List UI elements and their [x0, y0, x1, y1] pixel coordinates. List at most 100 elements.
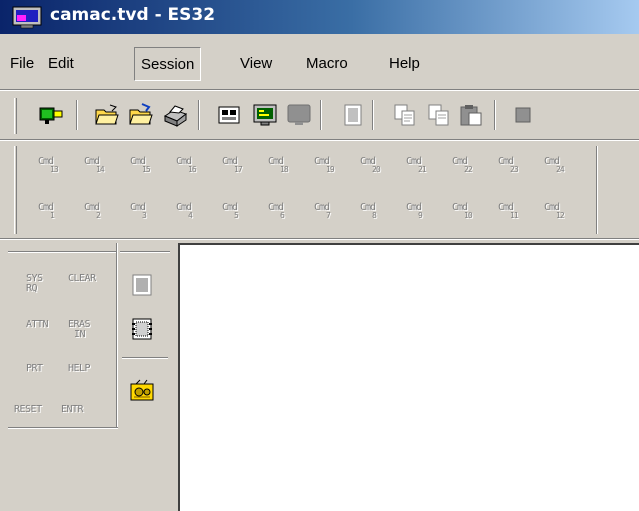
- terminal-client-area[interactable]: [178, 243, 639, 511]
- keypad-top-line: [8, 251, 116, 253]
- title-bar[interactable]: camac.tvd - ES32: [0, 0, 639, 34]
- cmd-key-21[interactable]: Cmd 21: [404, 156, 434, 178]
- cmd-key-16[interactable]: Cmd 16: [174, 156, 204, 178]
- cmd-bar-top-line: [0, 139, 639, 141]
- print-icon[interactable]: [162, 102, 188, 128]
- toolbar-grip[interactable]: [14, 98, 17, 134]
- cmd-key-8[interactable]: Cmd 8: [358, 202, 388, 224]
- toolbar-separator: [372, 100, 374, 130]
- cmd-key-4[interactable]: Cmd 4: [174, 202, 204, 224]
- app-monitor-icon: [12, 6, 42, 29]
- menu-session[interactable]: Session: [134, 47, 202, 81]
- cmd-key-number: 4: [188, 211, 193, 220]
- cmd-bar-bottom-line: [0, 238, 639, 240]
- cmd-key-23[interactable]: Cmd 23: [496, 156, 526, 178]
- screen-icon[interactable]: [252, 102, 278, 128]
- window-title: camac.tvd - ES32: [50, 5, 216, 25]
- cmd-key-14[interactable]: Cmd 14: [82, 156, 112, 178]
- key-reset[interactable]: RESET: [14, 405, 42, 415]
- screen-frame-icon[interactable]: [340, 102, 366, 128]
- cmd-key-3[interactable]: Cmd 3: [128, 202, 158, 224]
- cmd-key-number: 8: [372, 211, 377, 220]
- cmd-key-20[interactable]: Cmd 20: [358, 156, 388, 178]
- menu-bar: File Edit Session View Macro Help: [0, 47, 639, 81]
- cmd-key-number: 24: [556, 165, 565, 174]
- cmd-key-number: 9: [418, 211, 423, 220]
- cmd-key-number: 20: [372, 165, 381, 174]
- cmd-key-12[interactable]: Cmd 12: [542, 202, 572, 224]
- open-folder-alt-icon[interactable]: [128, 102, 154, 128]
- left-panel: SYS RQ CLEAR ATTN ERAS IN PRT HELP RESET…: [6, 243, 176, 511]
- copy-icon[interactable]: [392, 102, 418, 128]
- key-attn[interactable]: ATTN: [26, 320, 49, 330]
- cmd-key-9[interactable]: Cmd 9: [404, 202, 434, 224]
- cmd-key-number: 22: [464, 165, 473, 174]
- cmd-key-2[interactable]: Cmd 2: [82, 202, 112, 224]
- key-prt[interactable]: PRT: [26, 364, 43, 374]
- stop-icon[interactable]: [512, 102, 538, 128]
- sessions-icon[interactable]: [217, 102, 243, 128]
- cmd-key-number: 7: [326, 211, 331, 220]
- toolbar-separator: [76, 100, 78, 130]
- toolbar-separator: [494, 100, 496, 130]
- cmd-key-number: 17: [234, 165, 243, 174]
- menu-view[interactable]: View: [234, 47, 278, 81]
- cmd-key-number: 10: [464, 211, 473, 220]
- key-sys-rq[interactable]: SYS RQ: [26, 274, 43, 294]
- menu-file[interactable]: File: [4, 47, 40, 81]
- cmd-bar-separator: [596, 146, 598, 234]
- menu-macro[interactable]: Macro: [300, 47, 354, 81]
- cmd-key-1[interactable]: Cmd 1: [36, 202, 66, 224]
- key-sys-rq-label-bottom: RQ: [26, 283, 38, 294]
- keypad-bottom-line: [8, 427, 118, 429]
- cmd-key-number: 19: [326, 165, 335, 174]
- key-eras-in[interactable]: ERAS IN: [68, 320, 91, 340]
- cmd-key-5[interactable]: Cmd 5: [220, 202, 250, 224]
- cmd-key-17[interactable]: Cmd 17: [220, 156, 250, 178]
- key-clear[interactable]: CLEAR: [68, 274, 96, 284]
- cmd-key-number: 23: [510, 165, 519, 174]
- cmd-key-number: 11: [510, 211, 519, 220]
- cmd-key-7[interactable]: Cmd 7: [312, 202, 342, 224]
- monitor-off-icon[interactable]: [286, 102, 312, 128]
- copy-disabled-icon[interactable]: [426, 102, 452, 128]
- open-folder-icon[interactable]: [94, 102, 120, 128]
- toolbar-separator: [198, 100, 200, 130]
- menu-help[interactable]: Help: [383, 47, 426, 81]
- cmd-key-19[interactable]: Cmd 19: [312, 156, 342, 178]
- cmd-key-number: 1: [50, 211, 55, 220]
- cmd-key-bar: Cmd 13 Cmd 14 Cmd 15 Cmd 16 Cmd 17 Cmd 18 Cmd 19 Cmd 20…: [0, 142, 639, 238]
- tool-column-top-line: [120, 251, 170, 253]
- cmd-key-18[interactable]: Cmd 18: [266, 156, 296, 178]
- key-entr[interactable]: ENTR: [61, 405, 84, 415]
- cmd-key-13[interactable]: Cmd 13: [36, 156, 66, 178]
- cmd-key-number: 12: [556, 211, 565, 220]
- cmd-key-number: 15: [142, 165, 151, 174]
- toolbar-separator: [320, 100, 322, 130]
- cmd-key-24[interactable]: Cmd 24: [542, 156, 572, 178]
- key-eras-in-label-bottom: IN: [74, 329, 86, 340]
- paste-icon[interactable]: [458, 102, 484, 128]
- frame-dotted-icon[interactable]: [130, 317, 154, 341]
- cmd-key-number: 16: [188, 165, 197, 174]
- cmd-key-number: 14: [96, 165, 105, 174]
- cmd-bar-grip[interactable]: [14, 146, 17, 234]
- cmd-key-22[interactable]: Cmd 22: [450, 156, 480, 178]
- macro-record-icon[interactable]: [128, 377, 156, 405]
- toolbar-separator-line: [0, 89, 639, 91]
- cmd-key-10[interactable]: Cmd 10: [450, 202, 480, 224]
- cmd-key-number: 18: [280, 165, 289, 174]
- keypad-divider: [116, 243, 118, 429]
- cmd-key-number: 2: [96, 211, 101, 220]
- key-help[interactable]: HELP: [68, 364, 91, 374]
- menu-edit[interactable]: Edit: [42, 47, 80, 81]
- cmd-key-number: 5: [234, 211, 239, 220]
- cmd-key-11[interactable]: Cmd 11: [496, 202, 526, 224]
- cmd-key-15[interactable]: Cmd 15: [128, 156, 158, 178]
- cmd-key-number: 21: [418, 165, 427, 174]
- cmd-key-6[interactable]: Cmd 6: [266, 202, 296, 224]
- connect-icon[interactable]: [38, 102, 64, 128]
- main-toolbar: [0, 92, 639, 138]
- cmd-key-number: 3: [142, 211, 147, 220]
- frame-icon[interactable]: [130, 273, 154, 297]
